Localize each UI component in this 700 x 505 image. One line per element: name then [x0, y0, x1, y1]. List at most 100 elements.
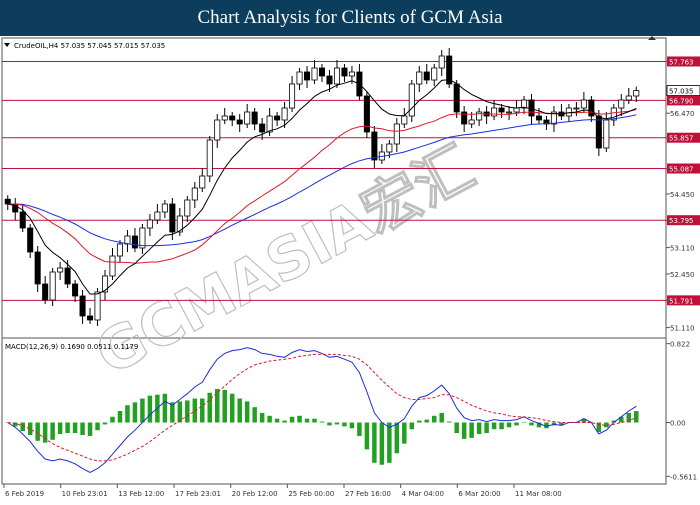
macd-histogram-bar: [379, 422, 385, 465]
candle-body: [49, 271, 56, 301]
macd-histogram-bar: [357, 422, 362, 436]
macd-histogram-bar: [364, 422, 370, 450]
chart-header: Chart Analysis for Clients of GCM Asia: [0, 0, 700, 36]
trading-chart[interactable]: GCMASIA宏汇 57.76356.79055.85755.08753.795…: [0, 36, 700, 500]
price-tick-label: 56.470: [670, 110, 695, 118]
chart-title: Chart Analysis for Clients of GCM Asia: [197, 7, 503, 28]
candle-body: [221, 115, 228, 121]
candle-body: [588, 99, 595, 117]
price-tick-label: 54.450: [670, 191, 695, 199]
level-label: 55.087: [669, 166, 694, 174]
level-label: 56.790: [669, 97, 694, 105]
macd-histogram-bar: [244, 401, 250, 423]
time-tick-label: 10 Feb 23:01: [62, 490, 108, 498]
candle-body: [348, 71, 355, 77]
candle-body: [318, 67, 326, 77]
macd-histogram-bar: [431, 415, 437, 423]
macd-histogram-bar: [506, 422, 512, 428]
macd-histogram-bar: [125, 405, 130, 423]
candle-body: [408, 83, 415, 117]
macd-histogram-bar: [147, 395, 153, 423]
candle: [49, 268, 56, 306]
candle-body: [565, 107, 572, 117]
candle-body: [386, 143, 393, 153]
macd-histogram-bar: [140, 398, 145, 423]
candle-body: [146, 219, 153, 229]
candle-body: [506, 111, 513, 114]
macd-info-label: MACD(12,26,9) 0.1690 0.0511 0.1179: [5, 343, 138, 351]
candle: [408, 80, 415, 122]
macd-histogram-bar: [229, 393, 235, 423]
macd-histogram-bar: [162, 393, 168, 423]
candle-body: [154, 211, 161, 221]
time-tick-label: 17 Feb 23:01: [175, 490, 221, 498]
macd-histogram-bar: [207, 392, 213, 423]
candle-body: [266, 115, 273, 133]
macd-histogram-bar: [42, 422, 48, 443]
macd-histogram-bar: [327, 422, 332, 426]
candle-body: [311, 67, 318, 81]
macd-histogram-bar: [417, 420, 422, 423]
level-label: 51.791: [669, 297, 694, 305]
macd-histogram-bar: [424, 419, 429, 423]
time-tick-label: 4 Mar 04:00: [402, 490, 444, 498]
time-tick-label: 6 Mar 20:00: [458, 490, 500, 498]
macd-histogram-bar: [267, 415, 272, 423]
time-tick-label: 25 Feb 00:00: [288, 490, 334, 498]
candle-body: [169, 203, 176, 233]
macd-histogram-bar: [57, 422, 63, 435]
macd-histogram-bar: [110, 416, 115, 423]
price-tick-label: 51.110: [670, 325, 695, 333]
candle-body: [131, 235, 138, 249]
macd-histogram-bar: [177, 401, 183, 423]
macd-histogram-bar: [312, 418, 317, 423]
candle-body: [116, 243, 123, 257]
candle-body: [296, 71, 303, 85]
candle-body: [27, 227, 34, 253]
macd-histogram-bar: [439, 412, 444, 423]
macd-histogram-bar: [132, 402, 138, 423]
candle-body: [326, 75, 333, 85]
candle-body: [371, 131, 378, 161]
level-label: 57.763: [669, 58, 694, 66]
candle: [453, 80, 460, 118]
candle-body: [468, 119, 475, 125]
macd-histogram-bar: [20, 422, 25, 432]
candle-body: [206, 139, 213, 177]
macd-histogram-bar: [237, 398, 242, 423]
candle-body: [34, 251, 41, 285]
candle-body: [161, 203, 168, 213]
macd-histogram-bar: [274, 418, 280, 423]
instrument-info-label: CrudeOIL,H4 57.035 57.045 57.015 57.035: [14, 42, 165, 50]
candle-body: [333, 67, 340, 85]
candle-body: [64, 267, 71, 285]
candle-body: [101, 275, 109, 293]
macd-tick-label: 0.822: [670, 341, 690, 349]
level-label: 53.795: [669, 217, 694, 225]
candle-body: [513, 107, 520, 113]
candle-body: [625, 95, 632, 101]
macd-histogram-bar: [521, 422, 527, 424]
macd-histogram-bar: [469, 422, 474, 438]
candle-body: [618, 99, 625, 109]
time-tick-label: 11 Mar 08:00: [515, 490, 562, 498]
price-tick-label: 52.450: [670, 271, 695, 279]
candle-body: [603, 119, 610, 149]
candle-body: [423, 71, 430, 81]
candle-body: [57, 267, 64, 273]
macd-histogram-bar: [409, 422, 415, 430]
candle-body: [79, 295, 86, 317]
price-tick-label: 53.110: [670, 245, 695, 253]
macd-histogram-bar: [117, 411, 123, 423]
macd-histogram-bar: [387, 422, 392, 463]
macd-histogram-bar: [394, 422, 400, 454]
candle-body: [229, 115, 236, 121]
candle-body: [304, 71, 311, 81]
candle-body: [236, 119, 243, 125]
macd-histogram-bar: [342, 422, 347, 427]
macd-tick-label: 0.00: [670, 420, 686, 428]
macd-histogram-bar: [319, 421, 325, 423]
macd-histogram-bar: [402, 422, 407, 444]
candle-body: [4, 198, 11, 205]
macd-histogram-bar: [491, 422, 497, 430]
